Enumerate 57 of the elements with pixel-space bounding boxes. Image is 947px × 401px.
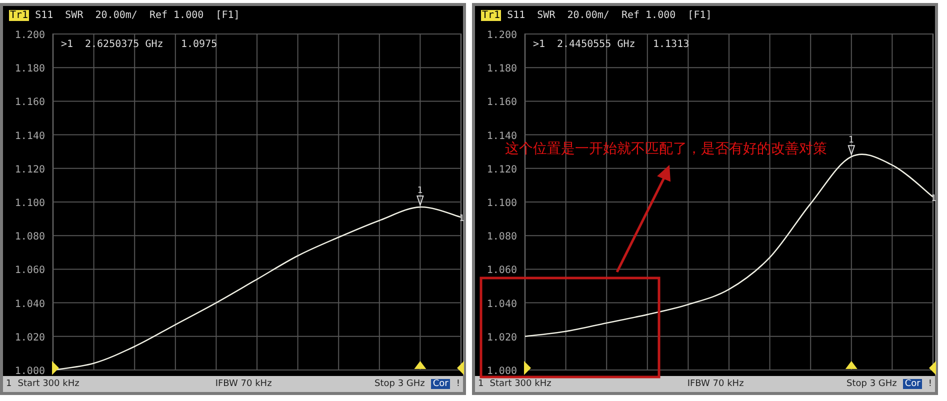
y-axis-label: 1.040 [14, 298, 45, 310]
y-axis-label: 1.200 [14, 30, 45, 41]
reference-triangle-icon [524, 361, 531, 375]
y-axis-label: 1.080 [486, 231, 517, 242]
y-axis-label: 1.140 [486, 130, 517, 142]
y-axis-label: 1.040 [486, 298, 517, 310]
stop-triangle-icon [929, 361, 936, 375]
marker-value: 1.1313 [653, 38, 690, 50]
marker-frequency: 2.6250375 GHz [85, 38, 164, 50]
y-axis-label: 1.200 [486, 30, 517, 41]
y-axis-label: 1.000 [14, 366, 45, 376]
y-axis-label: 1.020 [486, 332, 517, 344]
correction-indicator: Cor [902, 379, 922, 390]
stop-frequency: Stop 3 GHz [374, 379, 425, 390]
y-axis-label: 1.100 [486, 198, 517, 209]
marker-frequency: 2.4450555 GHz [557, 38, 636, 50]
marker-label: 1 [848, 135, 854, 146]
marker-triangle-icon [848, 144, 856, 156]
y-axis-label: 1.180 [486, 63, 517, 74]
y-axis-label: 1.020 [14, 332, 45, 344]
trace-tag: Tr1 [481, 10, 502, 22]
y-axis-label: 1.160 [14, 97, 45, 108]
marker-label: 1 [417, 186, 423, 196]
y-axis-label: 1.120 [14, 164, 45, 176]
y-axis-label: 1.060 [486, 265, 517, 276]
trace-end-label: 1 [459, 214, 464, 224]
marker-position-triangle-icon [414, 360, 426, 369]
alert-mark: ! [928, 379, 932, 390]
y-axis-label: 1.060 [14, 265, 45, 276]
alert-mark: ! [456, 379, 460, 390]
marker-number: >1 [61, 38, 74, 50]
marker-value: 1.0975 [181, 38, 218, 50]
marker-position-triangle-icon [845, 360, 858, 369]
ifbw-label: IFBW 70 kHz [215, 379, 272, 390]
marker-number: >1 [533, 38, 546, 50]
stop-triangle-icon [457, 361, 464, 375]
stop-frequency: Stop 3 GHz [846, 379, 897, 390]
reference-triangle-icon [52, 361, 59, 375]
start-frequency: Start 300 kHz [18, 379, 80, 390]
marker-triangle-icon [416, 195, 424, 206]
channel-number: 1 [478, 379, 484, 390]
annotation-text: 这个位置是一开始就不匹配了，是否有好的改善对策 [505, 140, 827, 158]
y-axis-label: 1.120 [486, 164, 517, 176]
y-axis-label: 1.180 [14, 63, 45, 74]
trace-header: S11 SWR 20.00m/ Ref 1.000 [F1] [35, 10, 240, 22]
trace-header: S11 SWR 20.00m/ Ref 1.000 [F1] [507, 10, 712, 22]
y-axis-label: 1.100 [14, 198, 45, 209]
trace-end-label: 1 [931, 194, 936, 204]
y-axis-label: 1.000 [486, 366, 517, 376]
start-frequency: Start 300 kHz [490, 379, 552, 390]
correction-indicator: Cor [430, 379, 450, 390]
ifbw-label: IFBW 70 kHz [687, 379, 744, 390]
y-axis-label: 1.160 [486, 97, 517, 108]
channel-number: 1 [6, 379, 12, 390]
trace-tag: Tr1 [9, 10, 30, 22]
y-axis-label: 1.080 [14, 231, 45, 242]
y-axis-label: 1.140 [14, 130, 45, 142]
